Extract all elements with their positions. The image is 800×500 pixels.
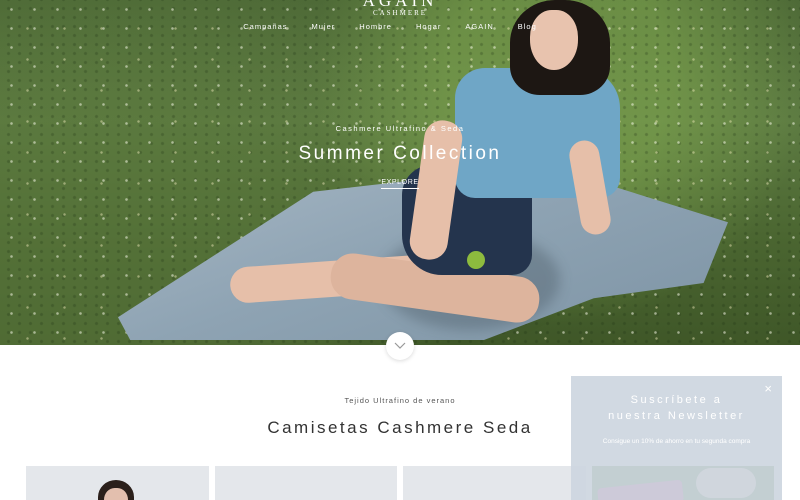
hero-kicker: Cashmere Ultrafino & Seda — [335, 124, 465, 133]
hero-figure-face — [530, 10, 578, 70]
nav-item-hombre[interactable]: Hombre — [347, 22, 404, 31]
product-card[interactable] — [403, 466, 586, 500]
hero-title: Summer Collection — [298, 143, 502, 164]
hero-figure-apple — [467, 251, 485, 269]
brand-logo-subtext: CASHMERE — [372, 9, 428, 17]
close-icon[interactable]: × — [764, 382, 772, 396]
explore-link[interactable]: EXPLORE — [381, 179, 419, 189]
newsletter-title: Suscríbete a nuestra Newsletter — [608, 394, 745, 422]
main-nav: Campañas Mujer Hombre Hogar AGAIN Blog — [0, 22, 800, 31]
newsletter-popup: × Suscríbete a nuestra Newsletter Consig… — [571, 376, 782, 500]
chevron-down-icon — [394, 342, 406, 349]
product-card[interactable] — [214, 466, 397, 500]
nav-item-again[interactable]: AGAIN — [453, 22, 505, 31]
hero-text: Cashmere Ultrafino & Seda Summer Collect… — [0, 124, 800, 189]
hero-banner: AGAIN CASHMERE Campañas Mujer Hombre Hog… — [0, 0, 800, 345]
nav-item-campanas[interactable]: Campañas — [231, 22, 299, 31]
brand-logo[interactable]: AGAIN CASHMERE — [0, 0, 800, 17]
nav-item-mujer[interactable]: Mujer — [300, 22, 348, 31]
newsletter-text: Consigue un 10% de ahorro en tu segunda … — [602, 438, 751, 445]
nav-item-hogar[interactable]: Hogar — [404, 22, 453, 31]
scroll-down-button[interactable] — [386, 332, 414, 360]
nav-item-blog[interactable]: Blog — [506, 22, 549, 31]
product-card[interactable] — [26, 466, 209, 500]
brand-logo-text: AGAIN — [362, 0, 438, 10]
